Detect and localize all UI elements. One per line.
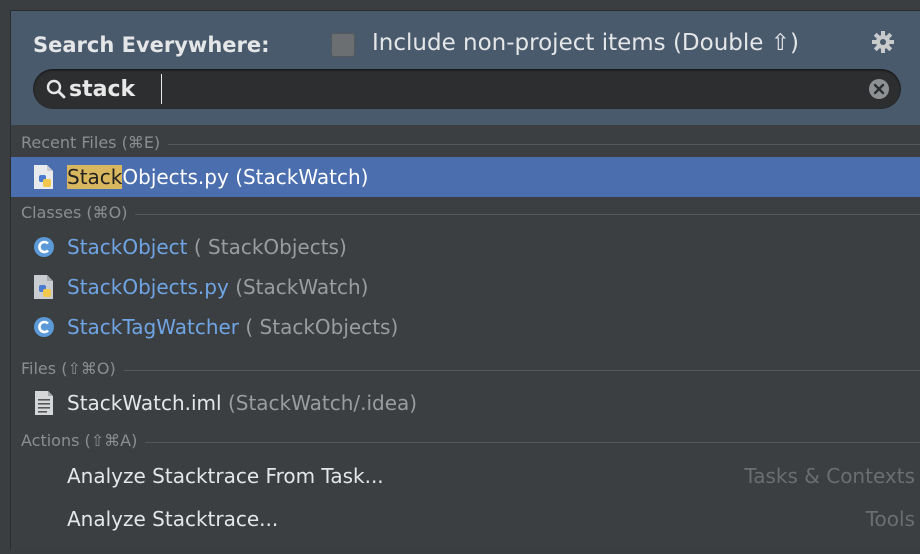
python-file-icon <box>34 165 53 189</box>
action-category: Tasks & Contexts <box>744 464 915 488</box>
result-name: StackObject <box>67 235 188 259</box>
action-row[interactable]: Analyze Stacktrace From Task... Tasks & … <box>11 456 920 496</box>
result-name: StackWatch.iml <box>67 391 222 415</box>
section-label: Actions (⇧⌘A) <box>21 431 146 450</box>
action-name: Analyze Stacktrace... <box>67 507 279 531</box>
section-classes: Classes (⌘O) <box>11 201 920 227</box>
section-divider <box>21 442 920 443</box>
section-label: Recent Files (⌘E) <box>21 133 169 152</box>
result-location: ( StackObjects) <box>245 315 399 339</box>
section-files: Files (⇧⌘O) <box>11 357 920 383</box>
result-row[interactable]: StackObjects.py (StackWatch) <box>11 267 920 307</box>
include-non-project-label[interactable]: Include non-project items (Double ⇧) <box>372 30 799 56</box>
result-text: StackObjects.py (StackWatch) <box>67 275 368 299</box>
result-location: (StackWatch) <box>235 275 369 299</box>
result-row[interactable]: StackTagWatcher ( StackObjects) <box>11 307 920 347</box>
result-name: StackTagWatcher <box>67 315 240 339</box>
section-actions: Actions (⇧⌘A) <box>11 429 920 455</box>
result-row[interactable]: StackWatch.iml (StackWatch/.idea) <box>11 383 920 423</box>
match-highlight: Stack <box>67 165 123 189</box>
text-caret <box>161 74 162 104</box>
search-everywhere-popup: Search Everywhere: Include non-project i… <box>10 10 920 549</box>
result-row-selected[interactable]: StackObjects.py (StackWatch) <box>11 157 920 197</box>
search-field[interactable] <box>33 69 901 109</box>
search-icon <box>46 79 66 99</box>
result-row[interactable]: StackObject ( StackObjects) <box>11 227 920 267</box>
class-icon <box>34 317 54 337</box>
section-recent-files: Recent Files (⌘E) <box>11 131 920 157</box>
result-location: (StackWatch/.idea) <box>227 391 418 415</box>
result-text: StackObjects.py (StackWatch) <box>67 165 368 189</box>
result-text: StackTagWatcher ( StackObjects) <box>67 315 398 339</box>
search-title: Search Everywhere: <box>33 33 270 57</box>
class-icon <box>34 237 54 257</box>
include-non-project-checkbox[interactable] <box>331 33 355 57</box>
search-header: Search Everywhere: Include non-project i… <box>11 11 920 125</box>
gear-icon[interactable] <box>869 28 897 56</box>
clear-icon[interactable] <box>867 77 891 101</box>
result-text: StackObject ( StackObjects) <box>67 235 347 259</box>
python-file-icon <box>34 275 53 299</box>
section-label: Files (⇧⌘O) <box>21 359 124 378</box>
action-row[interactable]: Analyze Stacktrace... Tools <box>11 499 920 539</box>
result-location: (StackWatch) <box>235 165 369 189</box>
result-name: Objects.py <box>122 165 229 189</box>
result-name: StackObjects.py <box>67 275 229 299</box>
result-location: ( StackObjects) <box>193 235 347 259</box>
result-text: StackWatch.iml (StackWatch/.idea) <box>67 391 417 415</box>
section-divider <box>21 370 920 371</box>
section-label: Classes (⌘O) <box>21 203 136 222</box>
section-divider <box>21 214 920 215</box>
action-category: Tools <box>865 507 915 531</box>
search-input[interactable] <box>69 73 849 105</box>
action-name: Analyze Stacktrace From Task... <box>67 464 384 488</box>
document-icon <box>35 391 53 415</box>
